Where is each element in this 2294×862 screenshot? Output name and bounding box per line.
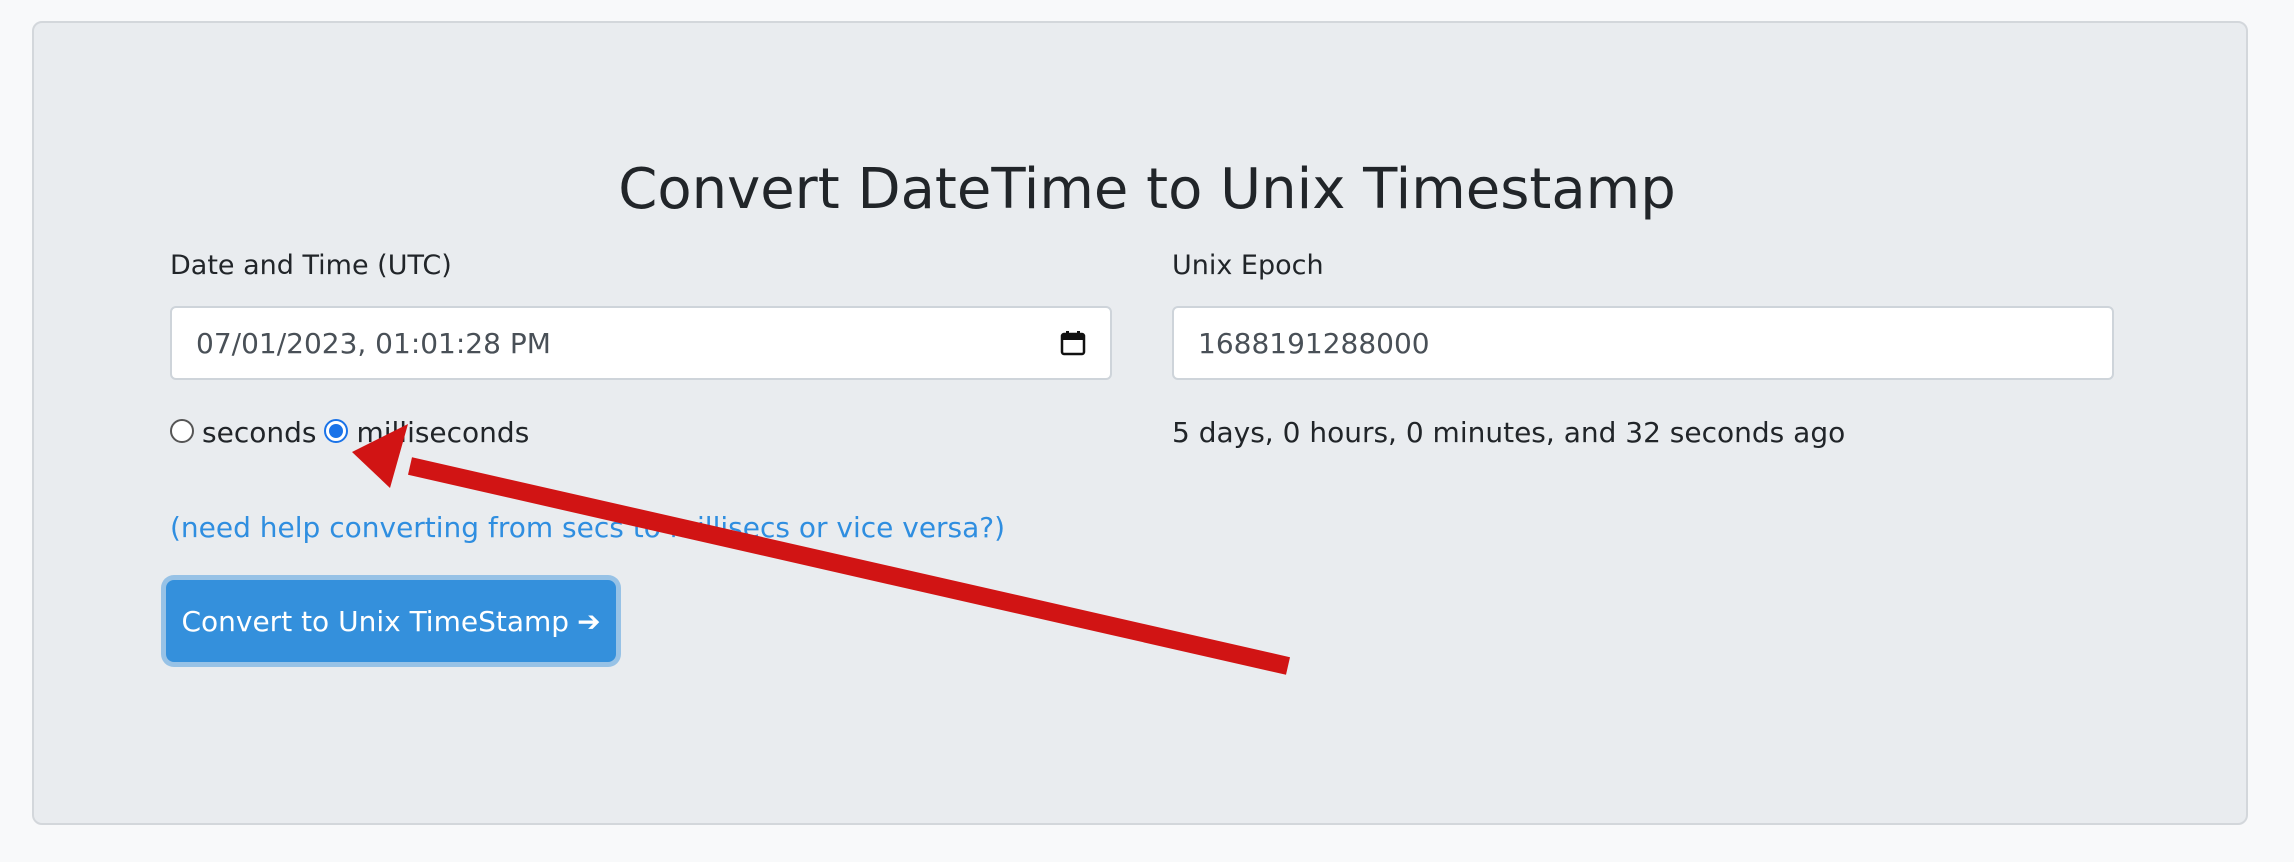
convert-button[interactable]: Convert to Unix TimeStamp ➔ [166, 580, 616, 662]
seconds-radio[interactable] [170, 419, 194, 443]
epoch-label: Unix Epoch [1172, 250, 1324, 281]
milliseconds-radio[interactable] [324, 419, 349, 443]
convert-button-label: Convert to Unix TimeStamp [181, 604, 570, 638]
epoch-value: 1688191288000 [1198, 326, 1430, 360]
datetime-label: Date and Time (UTC) [170, 250, 452, 281]
epoch-input[interactable]: 1688191288000 [1172, 306, 2114, 380]
help-conversion-link[interactable]: (need help converting from secs to milli… [170, 510, 1005, 546]
unit-selector: seconds milliseconds [170, 415, 537, 451]
arrow-right-icon: ➔ [577, 604, 601, 638]
datetime-input[interactable]: 07/01/2023, 01:01:28 PM [170, 306, 1112, 380]
seconds-radio-label[interactable]: seconds [202, 415, 316, 451]
relative-time-text: 5 days, 0 hours, 0 minutes, and 32 secon… [1172, 416, 1846, 449]
datetime-value: 07/01/2023, 01:01:28 PM [196, 326, 551, 360]
milliseconds-radio-label[interactable]: milliseconds [356, 415, 529, 451]
calendar-icon[interactable] [1060, 330, 1086, 356]
page-title: Convert DateTime to Unix Timestamp [618, 157, 1676, 222]
